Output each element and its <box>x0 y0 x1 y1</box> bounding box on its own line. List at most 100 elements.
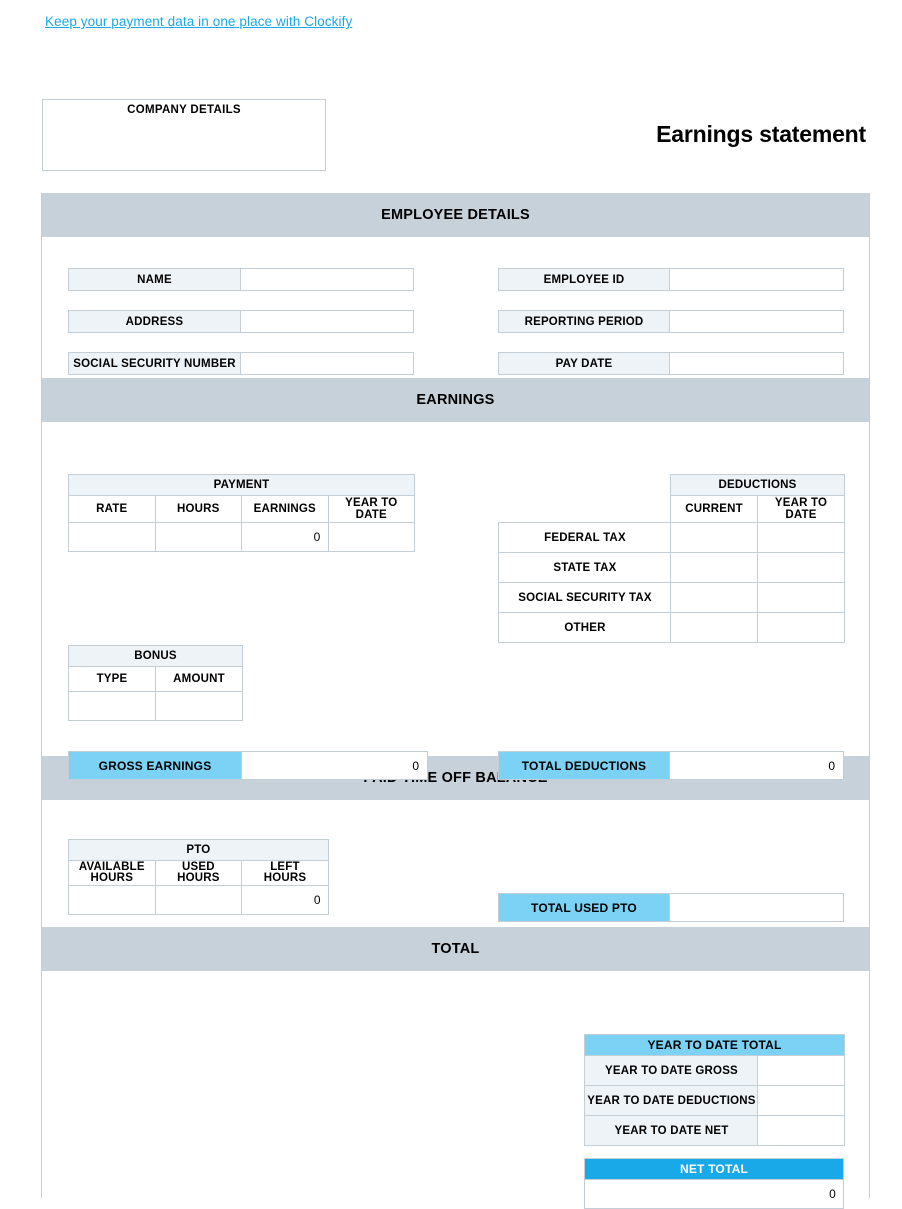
total-used-pto-value[interactable] <box>670 893 844 922</box>
year-to-date-total-table: YEAR TO DATE TOTAL YEAR TO DATE GROSS YE… <box>584 1034 845 1146</box>
net-total-table: NET TOTAL 0 <box>584 1158 844 1209</box>
deductions-current-social-security-tax[interactable] <box>670 582 758 613</box>
table-row: 0 <box>68 522 416 552</box>
year-to-date-total-title: YEAR TO DATE TOTAL <box>584 1034 845 1056</box>
field-value-social-security-number[interactable] <box>241 352 414 375</box>
field-label-pay-date: PAY DATE <box>498 352 670 375</box>
field-row-social-security-number[interactable]: SOCIAL SECURITY NUMBER <box>68 352 414 375</box>
payment-cell-rate[interactable] <box>68 522 156 552</box>
deductions-current-other[interactable] <box>670 612 758 643</box>
bonus-table-title: BONUS <box>68 645 243 667</box>
deductions-current-state-tax[interactable] <box>670 552 758 583</box>
pto-table-header-row: AVAILABLE HOURS USED HOURS LEFT HOURS <box>68 860 329 886</box>
pto-table-title: PTO <box>68 839 329 861</box>
pto-cell-available-hours[interactable] <box>68 885 156 915</box>
table-row: OTHER <box>498 612 845 643</box>
gross-earnings-row[interactable]: GROSS EARNINGS 0 <box>68 751 428 780</box>
deductions-label-federal-tax: FEDERAL TAX <box>498 522 671 553</box>
deductions-ytd-social-security-tax[interactable] <box>757 582 845 613</box>
bonus-col-amount: AMOUNT <box>155 666 243 692</box>
employee-details-left-column: NAME ADDRESS SOCIAL SECURITY NUMBER <box>68 237 414 394</box>
table-row: STATE TAX <box>498 552 845 583</box>
gross-earnings-value[interactable]: 0 <box>242 751 428 780</box>
company-details-title: COMPANY DETAILS <box>127 104 241 116</box>
payment-col-rate: RATE <box>68 495 156 523</box>
employee-details-body: NAME ADDRESS SOCIAL SECURITY NUMBER EMPL… <box>42 237 869 378</box>
table-row <box>68 691 243 721</box>
pto-cell-left-hours[interactable]: 0 <box>241 885 329 915</box>
bonus-table-header-row: TYPE AMOUNT <box>68 666 243 692</box>
total-deductions-label: TOTAL DEDUCTIONS <box>498 751 670 780</box>
field-label-address: ADDRESS <box>68 310 241 333</box>
payment-cell-year-to-date[interactable] <box>327 522 416 552</box>
total-used-pto-row[interactable]: TOTAL USED PTO <box>498 893 844 922</box>
field-value-reporting-period[interactable] <box>670 310 844 333</box>
deductions-table: DEDUCTIONS CURRENT YEAR TO DATE FEDERAL … <box>498 474 845 643</box>
pto-table: PTO AVAILABLE HOURS USED HOURS LEFT HOUR… <box>68 839 329 915</box>
net-total-title: NET TOTAL <box>584 1158 844 1180</box>
total-deductions-row[interactable]: TOTAL DEDUCTIONS 0 <box>498 751 844 780</box>
deductions-col-year-to-date: YEAR TO DATE <box>757 495 845 523</box>
bonus-col-type: TYPE <box>68 666 156 692</box>
section-header-employee-details: EMPLOYEE DETAILS <box>42 193 869 237</box>
payment-cell-hours[interactable] <box>154 522 242 552</box>
ytd-value-deductions[interactable] <box>757 1085 845 1116</box>
table-row: YEAR TO DATE GROSS <box>584 1055 845 1086</box>
bonus-cell-amount[interactable] <box>155 691 243 721</box>
ytd-label-net: YEAR TO DATE NET <box>584 1115 758 1146</box>
field-label-reporting-period: REPORTING PERIOD <box>498 310 670 333</box>
field-row-pay-date[interactable]: PAY DATE <box>498 352 844 375</box>
pto-col-used-hours: USED HOURS <box>154 860 243 886</box>
field-value-employee-id[interactable] <box>670 268 844 291</box>
page-title: Earnings statement <box>656 121 866 147</box>
field-value-pay-date[interactable] <box>670 352 844 375</box>
deductions-ytd-state-tax[interactable] <box>757 552 845 583</box>
deductions-label-state-tax: STATE TAX <box>498 552 671 583</box>
clockify-promo-link[interactable]: Keep your payment data in one place with… <box>45 14 352 29</box>
field-label-social-security-number: SOCIAL SECURITY NUMBER <box>68 352 241 375</box>
gross-earnings-label: GROSS EARNINGS <box>68 751 242 780</box>
table-row: FEDERAL TAX <box>498 522 845 553</box>
earnings-statement-sheet: EMPLOYEE DETAILS NAME ADDRESS SOCIAL SEC… <box>41 193 870 1209</box>
total-deductions-value[interactable]: 0 <box>670 751 844 780</box>
total-used-pto-label: TOTAL USED PTO <box>498 893 670 922</box>
employee-details-right-column: EMPLOYEE ID REPORTING PERIOD PAY DATE <box>498 237 844 394</box>
pto-col-available-hours: AVAILABLE HOURS <box>68 860 156 886</box>
payment-col-earnings: EARNINGS <box>241 495 329 523</box>
payment-cell-earnings[interactable]: 0 <box>241 522 329 552</box>
deductions-corner-spacer <box>498 474 671 496</box>
total-body: YEAR TO DATE TOTAL YEAR TO DATE GROSS YE… <box>42 971 869 1209</box>
deductions-ytd-other[interactable] <box>757 612 845 643</box>
ytd-value-gross[interactable] <box>757 1055 845 1086</box>
pto-col-left-hours: LEFT HOURS <box>241 860 329 886</box>
table-row: YEAR TO DATE DEDUCTIONS <box>584 1085 845 1116</box>
field-row-reporting-period[interactable]: REPORTING PERIOD <box>498 310 844 333</box>
pto-col-available-line2: HOURS <box>90 872 134 884</box>
table-row: SOCIAL SECURITY TAX <box>498 582 845 613</box>
company-details-box[interactable]: COMPANY DETAILS <box>42 99 326 171</box>
field-row-employee-id[interactable]: EMPLOYEE ID <box>498 268 844 291</box>
payment-col-hours: HOURS <box>154 495 242 523</box>
deductions-ytd-federal-tax[interactable] <box>757 522 845 553</box>
field-row-address[interactable]: ADDRESS <box>68 310 414 333</box>
field-value-name[interactable] <box>241 268 414 291</box>
deductions-table-header-row: CURRENT YEAR TO DATE <box>498 495 845 523</box>
deductions-current-federal-tax[interactable] <box>670 522 758 553</box>
field-label-name: NAME <box>68 268 241 291</box>
net-total-value[interactable]: 0 <box>584 1179 844 1209</box>
pto-cell-used-hours[interactable] <box>154 885 243 915</box>
bonus-table: BONUS TYPE AMOUNT <box>68 645 243 721</box>
bonus-cell-type[interactable] <box>68 691 156 721</box>
earnings-body: PAYMENT RATE HOURS EARNINGS YEAR TO DATE… <box>42 422 869 780</box>
table-row: 0 <box>68 885 329 915</box>
field-row-name[interactable]: NAME <box>68 268 414 291</box>
ytd-label-deductions: YEAR TO DATE DEDUCTIONS <box>584 1085 758 1116</box>
deductions-label-social-security-tax: SOCIAL SECURITY TAX <box>498 582 671 613</box>
ytd-label-gross: YEAR TO DATE GROSS <box>584 1055 758 1086</box>
ytd-value-net[interactable] <box>757 1115 845 1146</box>
payment-col-year-to-date: YEAR TO DATE <box>327 495 416 523</box>
field-value-address[interactable] <box>241 310 414 333</box>
field-label-employee-id: EMPLOYEE ID <box>498 268 670 291</box>
deductions-table-title: DEDUCTIONS <box>670 474 845 496</box>
deductions-header-spacer <box>498 495 671 523</box>
